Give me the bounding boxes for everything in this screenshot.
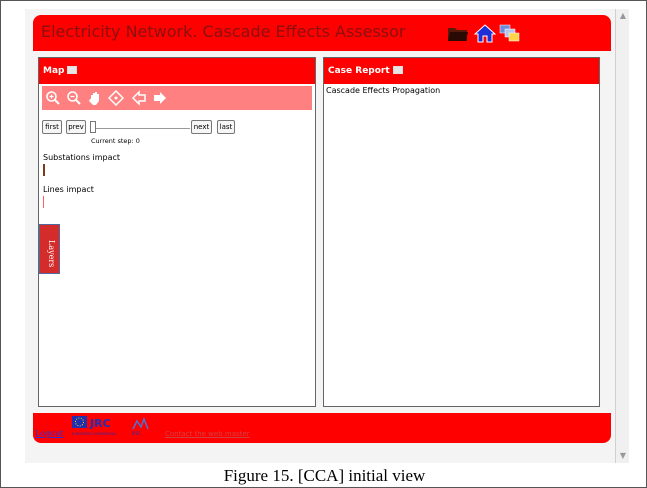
map-panel: Map first prev next last Current step: 0…: [38, 57, 316, 407]
full-extent-icon[interactable]: [108, 90, 124, 106]
layers-tab-label: Layers: [47, 240, 56, 268]
figure-caption: Figure 15. [CCA] initial view: [223, 466, 426, 485]
forward-arrow-icon[interactable]: [152, 90, 168, 106]
contact-link[interactable]: Contact the web master: [165, 430, 250, 438]
map-panel-title: Map: [39, 58, 315, 84]
step-slider-knob[interactable]: [90, 121, 96, 133]
panel-window-icon[interactable]: [67, 66, 78, 74]
prev-button[interactable]: prev: [66, 120, 86, 134]
lines-impact-bar: [43, 196, 44, 208]
back-arrow-icon[interactable]: [131, 90, 147, 106]
step-slider-track[interactable]: [92, 128, 190, 129]
map-toolbar: [42, 86, 312, 110]
first-button[interactable]: first: [42, 120, 62, 134]
app-header: Electricity Network. Cascade Effects Ass…: [33, 15, 611, 51]
ipsc-text: IPSC: [132, 431, 141, 436]
last-button[interactable]: last: [217, 120, 235, 134]
next-button[interactable]: next: [191, 120, 212, 134]
folder-icon[interactable]: [447, 23, 469, 43]
case-report-title: Case Report: [324, 58, 599, 84]
scroll-up-icon[interactable]: ▲: [618, 11, 628, 21]
zoom-in-icon[interactable]: [45, 90, 61, 106]
substations-impact-label: Substations impact: [43, 153, 120, 162]
app-footer: Logout JRC EUROPEAN COMMISSION IPSC Cont…: [33, 413, 611, 443]
substations-impact-bar: [43, 164, 45, 176]
windows-icon[interactable]: [499, 23, 521, 43]
figure-frame: ▲ ▼ Electricity Network. Cascade Effects…: [0, 0, 647, 488]
map-title-text: Map: [43, 66, 65, 76]
jrc-logo-text: JRC: [89, 417, 111, 430]
vertical-scrollbar[interactable]: ▲ ▼: [615, 9, 629, 463]
app-title: Electricity Network. Cascade Effects Ass…: [41, 22, 406, 41]
case-report-panel: Case Report Cascade Effects Propagation: [323, 57, 600, 407]
logout-link[interactable]: Logout: [35, 429, 63, 438]
layers-tab[interactable]: Layers: [39, 224, 60, 274]
scroll-down-icon[interactable]: ▼: [618, 451, 628, 461]
current-step-label: Current step: 0: [91, 137, 140, 145]
case-report-title-text: Case Report: [328, 66, 390, 76]
zoom-out-icon[interactable]: [66, 90, 82, 106]
eu-subtext: EUROPEAN COMMISSION: [72, 432, 116, 436]
ipsc-logo[interactable]: IPSC: [131, 415, 153, 437]
pan-hand-icon[interactable]: [87, 90, 103, 106]
panel-window-icon[interactable]: [392, 66, 403, 74]
jrc-logo[interactable]: JRC EUROPEAN COMMISSION: [71, 415, 126, 437]
home-icon[interactable]: [474, 23, 496, 43]
lines-impact-label: Lines impact: [43, 185, 94, 194]
report-content: Cascade Effects Propagation: [326, 86, 441, 95]
